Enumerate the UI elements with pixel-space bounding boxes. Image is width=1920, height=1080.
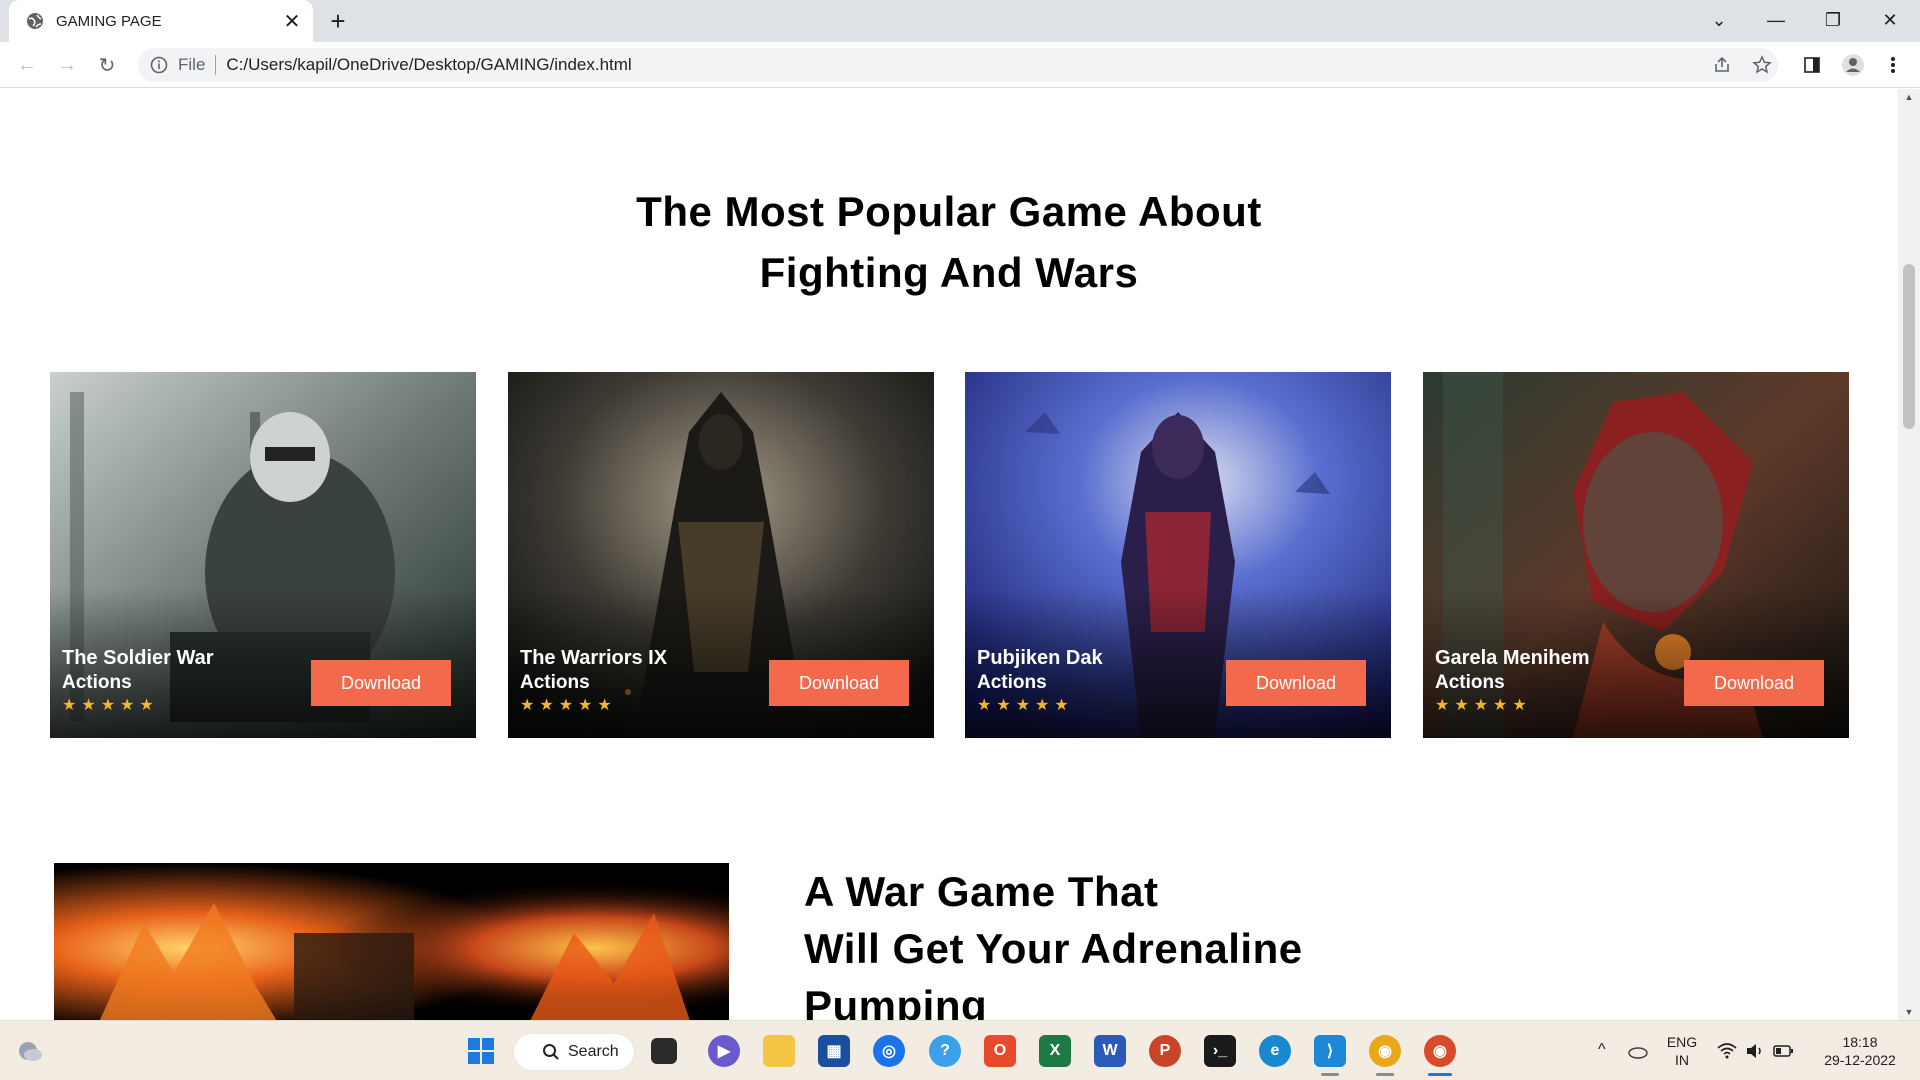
info-icon[interactable] [150,56,168,74]
show-hidden-icons-chevron[interactable]: ^ [1598,1041,1606,1059]
windows-start-icon[interactable] [465,1035,497,1067]
region-code: IN [1675,1052,1689,1068]
word-icon[interactable]: W [1094,1035,1126,1067]
excel-icon[interactable]: X [1039,1035,1071,1067]
bookmark-star-icon[interactable] [1750,53,1774,77]
divider [215,55,217,75]
game-title: Garela Menihem [1435,647,1590,669]
page-content: The Most Popular Game About Fighting And… [0,89,1898,1020]
scroll-up-arrow-icon[interactable]: ▲ [1903,91,1915,103]
windows-taskbar: Search ▶ ▦ ◎ ? O X W P ›_ e ⟩ ◉ ◉ ^ ENG … [0,1020,1920,1080]
office-icon[interactable]: O [984,1035,1016,1067]
rating-stars: ★★★★★ [1435,697,1532,714]
promo-line-2: Will Get Your Adrenaline [804,925,1303,972]
wifi-icon[interactable] [1716,1040,1738,1062]
chrome-icon[interactable]: ◉ [1369,1035,1401,1067]
game-card[interactable]: Garela Menihem Actions ★★★★★ Download [1423,372,1849,738]
new-tab-button[interactable]: + [325,6,351,36]
scroll-down-arrow-icon[interactable]: ▼ [1903,1006,1915,1018]
edge-icon[interactable]: e [1259,1035,1291,1067]
promo-line-1: A War Game That [804,868,1159,915]
powerpoint-icon[interactable]: P [1149,1035,1181,1067]
minimize-button[interactable]: — [1761,6,1791,34]
taskbar-search[interactable]: Search [513,1033,635,1071]
share-icon[interactable] [1710,53,1734,77]
scroll-thumb[interactable] [1903,264,1915,429]
game-card[interactable]: The Soldier War Actions ★★★★★ Download [50,372,476,738]
heading-line-1: The Most Popular Game About [636,188,1262,235]
restore-button[interactable]: ❐ [1818,6,1848,34]
clock-time: 18:18 [1842,1034,1878,1050]
active-indicator [1428,1073,1452,1076]
game-genre: Actions [62,672,132,693]
game-title: Pubjiken Dak [977,647,1103,669]
game-card[interactable]: The Warriors IX Actions ★★★★★ Download [508,372,934,738]
game-card[interactable]: Pubjiken Dak Actions ★★★★★ Download [965,372,1391,738]
browser-toolbar: ← → ↻ File C:/Users/kapil/OneDrive/Deskt… [0,42,1920,88]
game-genre: Actions [520,672,590,693]
promo-line-3: Pumping [804,982,988,1020]
game-title: The Warriors IX [520,647,668,669]
running-indicator [1376,1073,1394,1076]
section-heading: The Most Popular Game About Fighting And… [0,181,1898,303]
game-title: The Soldier War [62,647,214,669]
teams-chat-icon[interactable]: ▶ [708,1035,740,1067]
download-button[interactable]: Download [1226,660,1366,706]
window-close-button[interactable]: ✕ [1875,6,1905,34]
search-label: Search [568,1043,619,1060]
forward-icon[interactable]: → [53,51,81,79]
game-card-row: The Soldier War Actions ★★★★★ Download T… [50,372,1850,738]
tab-title: GAMING PAGE [56,12,162,30]
url-text[interactable]: C:/Users/kapil/OneDrive/Desktop/GAMING/i… [226,55,631,75]
rating-stars: ★★★★★ [62,697,159,714]
download-button[interactable]: Download [769,660,909,706]
browser-tab[interactable]: GAMING PAGE ✕ [9,0,313,42]
chrome-active-icon[interactable]: ◉ [1424,1035,1456,1067]
menu-kebab-icon[interactable] [1881,53,1905,77]
globe-icon [27,13,43,29]
running-indicator [1321,1073,1339,1076]
lang-code: ENG [1666,1034,1698,1050]
tab-strip: GAMING PAGE ✕ + ⌄ — ❐ ✕ [0,0,1920,42]
volume-icon[interactable] [1744,1040,1766,1062]
weather-widget-icon[interactable] [14,1035,46,1067]
download-button[interactable]: Download [1684,660,1824,706]
language-indicator[interactable]: ENG IN [1662,1033,1702,1069]
heading-line-2: Fighting And Wars [759,249,1139,296]
terminal-icon[interactable]: ›_ [1204,1035,1236,1067]
side-panel-icon[interactable] [1800,53,1824,77]
promo-heading: A War Game That Will Get Your Adrenaline… [804,863,1303,1020]
tab-search-chevron-icon[interactable]: ⌄ [1704,6,1734,34]
game-genre: Actions [1435,672,1505,693]
vertical-scrollbar[interactable]: ▲ ▼ [1898,89,1920,1020]
download-button[interactable]: Download [311,660,451,706]
vscode-icon[interactable]: ⟩ [1314,1035,1346,1067]
task-view-icon[interactable] [651,1038,677,1064]
close-tab-icon[interactable]: ✕ [281,10,303,33]
clock-date: 29-12-2022 [1824,1052,1896,1068]
search-icon [543,1044,559,1060]
address-bar[interactable]: File C:/Users/kapil/OneDrive/Desktop/GAM… [138,48,1778,82]
battery-icon[interactable] [1772,1040,1794,1062]
profile-avatar-icon[interactable] [1841,53,1865,77]
back-icon[interactable]: ← [13,51,41,79]
app-icon[interactable]: ◎ [873,1035,905,1067]
file-scheme-label: File [178,55,206,74]
reload-icon[interactable]: ↻ [93,51,121,79]
game-genre: Actions [977,672,1047,693]
microsoft-store-icon[interactable]: ▦ [818,1035,850,1067]
rating-stars: ★★★★★ [520,697,617,714]
file-explorer-icon[interactable] [763,1035,795,1067]
clock[interactable]: 18:18 29-12-2022 [1814,1033,1906,1069]
help-icon[interactable]: ? [929,1035,961,1067]
rating-stars: ★★★★★ [977,697,1074,714]
promo-banner-image [54,863,729,1020]
onedrive-icon[interactable] [1627,1040,1649,1062]
